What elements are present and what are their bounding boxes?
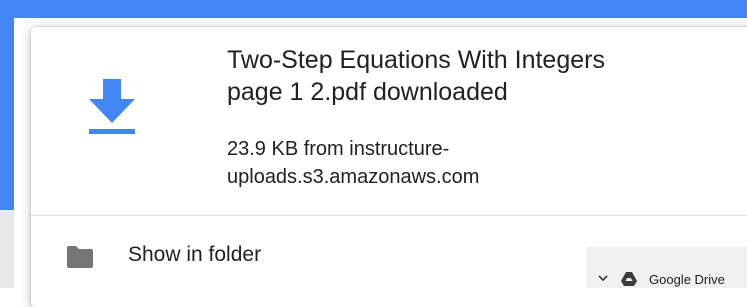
show-in-folder-button[interactable]: Show in folder — [31, 216, 586, 286]
background-window-left-edge — [0, 0, 14, 210]
google-drive-icon — [621, 272, 637, 286]
google-drive-button[interactable]: Google Drive — [586, 247, 747, 288]
chevron-down-icon — [598, 275, 608, 282]
background-window-top-edge — [0, 0, 747, 18]
download-source-line-2: uploads.s3.amazonaws.com — [227, 166, 480, 188]
background-window-gray-edge — [0, 210, 14, 288]
google-drive-label: Google Drive — [649, 272, 725, 287]
download-title: Two-Step Equations With Integers page 1 … — [227, 44, 727, 108]
download-source: 23.9 KB from instructure- uploads.s3.ama… — [227, 135, 627, 191]
download-title-line-1: Two-Step Equations With Integers — [227, 46, 605, 74]
download-source-line-1: 23.9 KB from instructure- — [227, 138, 450, 160]
download-title-line-2: page 1 2.pdf downloaded — [227, 78, 508, 106]
show-in-folder-label: Show in folder — [128, 243, 262, 266]
download-arrow-icon — [89, 79, 135, 134]
folder-icon — [67, 246, 93, 268]
